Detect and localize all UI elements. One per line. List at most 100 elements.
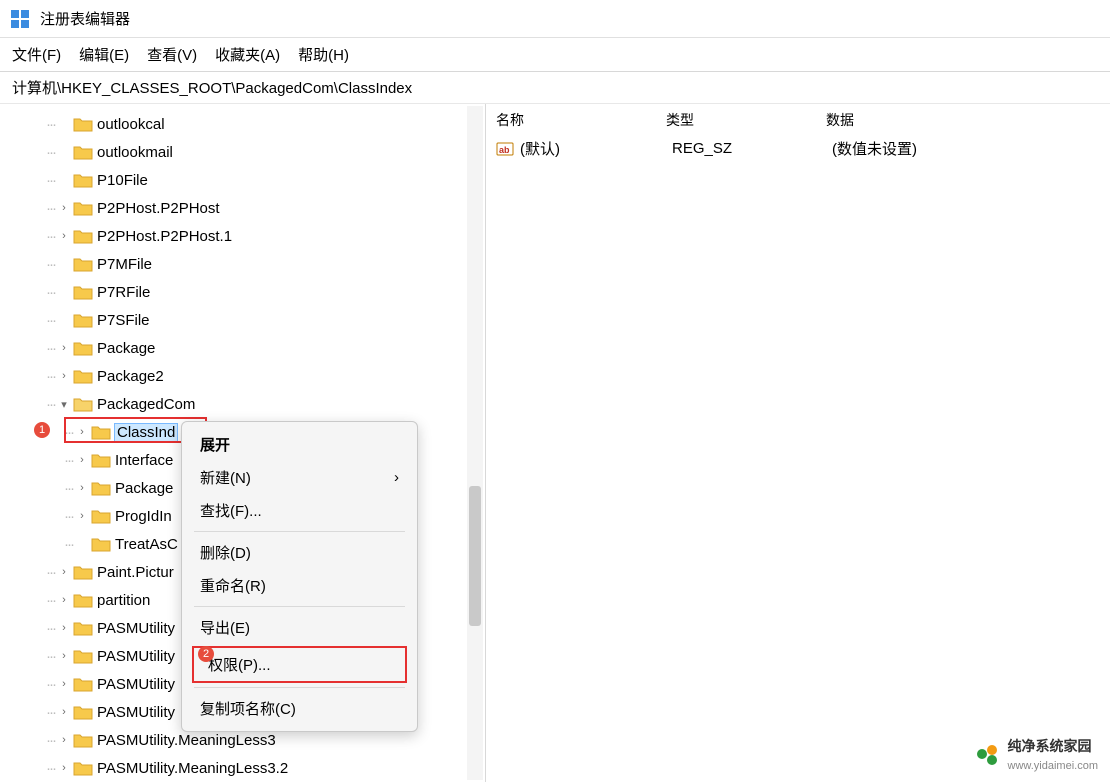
watermark-url: www.yidaimei.com <box>1008 760 1098 772</box>
value-row[interactable]: ab (默认) REG_SZ (数值未设置) <box>486 134 1110 163</box>
tree-guide: ··· <box>46 228 55 245</box>
expand-icon[interactable]: › <box>57 230 71 242</box>
folder-icon <box>73 564 93 580</box>
expand-icon[interactable]: › <box>57 706 71 718</box>
menu-bar: 文件(F) 编辑(E) 查看(V) 收藏夹(A) 帮助(H) <box>0 38 1110 72</box>
tree-node[interactable]: ··· P7SFile <box>0 306 485 334</box>
tree-guide: ··· <box>46 732 55 749</box>
tree-node[interactable]: ···›P2PHost.P2PHost <box>0 194 485 222</box>
menu-fav[interactable]: 收藏夹(A) <box>215 44 280 65</box>
tree-label: P7RFile <box>97 284 150 301</box>
tree-guide: ··· <box>46 256 55 273</box>
context-menu-label: 查找(F)... <box>200 500 262 521</box>
folder-icon <box>73 396 93 412</box>
watermark-icon <box>974 740 1002 768</box>
app-icon <box>10 9 30 29</box>
folder-icon <box>91 508 111 524</box>
expand-icon[interactable]: › <box>57 594 71 606</box>
context-menu-label: 复制项名称(C) <box>200 698 296 719</box>
col-type-header[interactable]: 类型 <box>666 110 826 130</box>
tree-guide: ··· <box>64 536 73 553</box>
context-menu-item[interactable]: 权限(P)... <box>192 646 407 683</box>
tree-label: outlookmail <box>97 144 173 161</box>
tree-node[interactable]: ··· outlookcal <box>0 110 485 138</box>
context-menu-item[interactable]: 删除(D) <box>186 536 413 569</box>
context-menu-label: 权限(P)... <box>208 654 271 675</box>
tree-label: PASMUtility <box>97 704 175 721</box>
tree-node[interactable]: ···outlookmail <box>0 138 485 166</box>
expand-icon[interactable]: › <box>75 482 89 494</box>
expand-icon[interactable]: › <box>57 622 71 634</box>
context-menu-item[interactable]: 展开 <box>186 428 413 461</box>
expand-icon[interactable]: › <box>57 762 71 774</box>
folder-icon <box>73 116 93 132</box>
expand-icon[interactable]: › <box>75 510 89 522</box>
context-menu-separator <box>194 687 405 688</box>
folder-icon <box>91 480 111 496</box>
context-menu-item[interactable]: 导出(E) <box>186 611 413 644</box>
app-title: 注册表编辑器 <box>40 8 130 29</box>
expand-icon[interactable]: › <box>57 342 71 354</box>
col-data-header[interactable]: 数据 <box>826 110 1100 130</box>
tree-node[interactable]: ···›Package2 <box>0 362 485 390</box>
tree-node[interactable]: ···›Package <box>0 334 485 362</box>
expand-icon[interactable]: › <box>57 650 71 662</box>
annotation-badge-1: 1 <box>34 422 50 438</box>
folder-icon <box>73 676 93 692</box>
expand-icon[interactable]: › <box>57 566 71 578</box>
tree-label: outlookcal <box>97 116 165 133</box>
col-name-header[interactable]: 名称 <box>496 110 666 130</box>
tree-node[interactable]: ···▾PackagedCom <box>0 390 485 418</box>
tree-label: PASMUtility <box>97 648 175 665</box>
tree-node[interactable]: ···›PASMUtility.MeaningLess3.2 <box>0 754 485 782</box>
context-menu-item[interactable]: 新建(N)› <box>186 461 413 494</box>
expand-icon[interactable]: › <box>57 734 71 746</box>
tree-label: P7SFile <box>97 312 150 329</box>
tree-guide: ··· <box>46 312 55 329</box>
annotation-badge-2: 2 <box>198 646 214 662</box>
folder-icon <box>73 284 93 300</box>
address-bar[interactable]: 计算机\HKEY_CLASSES_ROOT\PackagedCom\ClassI… <box>0 72 1110 104</box>
menu-edit[interactable]: 编辑(E) <box>79 44 129 65</box>
tree-guide: ··· <box>46 620 55 637</box>
expand-icon[interactable]: › <box>75 454 89 466</box>
menu-view[interactable]: 查看(V) <box>147 44 197 65</box>
tree-label: Package <box>115 480 173 497</box>
tree-guide: ··· <box>46 564 55 581</box>
folder-icon <box>73 312 93 328</box>
menu-file[interactable]: 文件(F) <box>12 44 61 65</box>
tree-label: Package2 <box>97 368 164 385</box>
tree-guide: ··· <box>46 116 55 133</box>
values-panel: 名称 类型 数据 ab (默认) REG_SZ (数值未设置) <box>486 104 1110 782</box>
tree-label: P10File <box>97 172 148 189</box>
value-name: (默认) <box>520 138 672 159</box>
tree-node[interactable]: ···P7RFile <box>0 278 485 306</box>
tree-node[interactable]: ···P10File <box>0 166 485 194</box>
tree-label: P7MFile <box>97 256 152 273</box>
context-menu-item[interactable]: 复制项名称(C) <box>186 692 413 725</box>
tree-node[interactable]: ··· P7MFile <box>0 250 485 278</box>
folder-icon <box>73 228 93 244</box>
tree-label: Interface <box>115 452 173 469</box>
context-menu-label: 删除(D) <box>200 542 251 563</box>
menu-help[interactable]: 帮助(H) <box>298 44 349 65</box>
tree-guide: ··· <box>46 592 55 609</box>
tree-guide: ··· <box>64 508 73 525</box>
context-menu-item[interactable]: 查找(F)... <box>186 494 413 527</box>
expand-icon[interactable]: › <box>57 678 71 690</box>
folder-icon <box>73 256 93 272</box>
tree-guide: ··· <box>64 480 73 497</box>
expand-icon[interactable]: ▾ <box>57 398 71 411</box>
context-menu-label: 展开 <box>200 434 230 455</box>
expand-icon[interactable]: › <box>57 202 71 214</box>
expand-icon[interactable]: › <box>57 370 71 382</box>
tree-label: PASMUtility <box>97 676 175 693</box>
folder-icon <box>73 620 93 636</box>
folder-icon <box>91 536 111 552</box>
folder-icon <box>73 732 93 748</box>
tree-label: partition <box>97 592 150 609</box>
context-menu-item[interactable]: 重命名(R) <box>186 569 413 602</box>
tree-node[interactable]: ···›P2PHost.P2PHost.1 <box>0 222 485 250</box>
tree-scrollbar[interactable] <box>467 106 483 780</box>
scroll-thumb[interactable] <box>469 486 481 626</box>
